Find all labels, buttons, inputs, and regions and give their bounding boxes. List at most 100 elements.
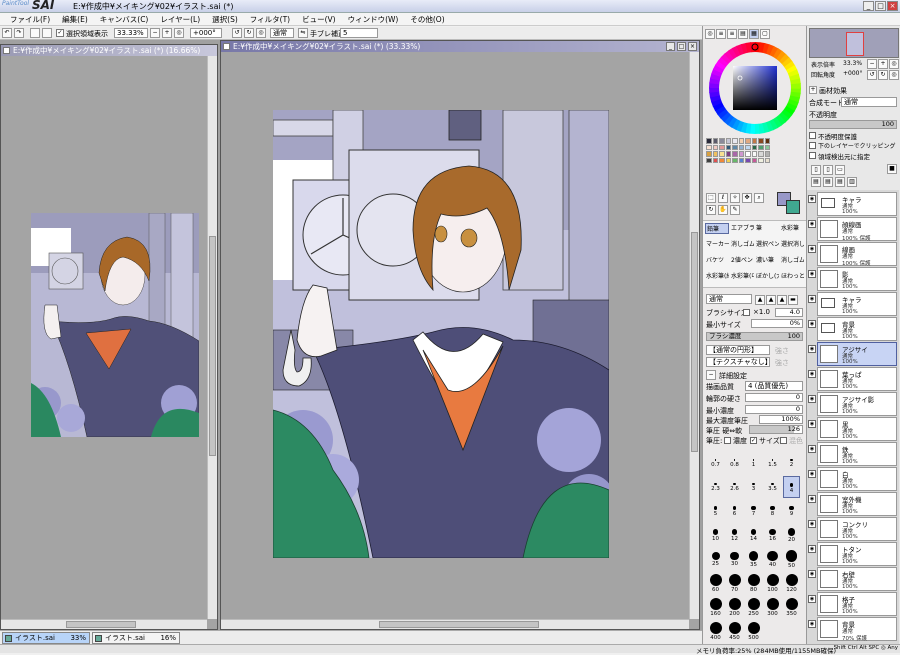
color-swatch[interactable] xyxy=(758,157,764,163)
color-swatch[interactable] xyxy=(719,144,725,150)
scroll-thumb[interactable] xyxy=(66,621,136,628)
visibility-toggle-icon[interactable]: ◉ xyxy=(808,520,816,528)
quality-select[interactable]: 4 (品質優先) xyxy=(745,381,803,391)
pressure-blend-checkbox[interactable] xyxy=(780,437,787,444)
layer-item[interactable]: ◉ 白通常 100% xyxy=(808,467,897,491)
brush-size-preset[interactable]: 200 xyxy=(726,596,743,618)
color-wheel-tab-icon[interactable]: ◎ xyxy=(705,29,715,39)
scratch-tab-icon[interactable]: ▢ xyxy=(760,29,770,39)
new-linework-layer-icon[interactable]: ▯ xyxy=(823,165,833,175)
layer-item[interactable]: ◉ コンクリ 通常 100% xyxy=(808,517,897,541)
vertical-scrollbar[interactable] xyxy=(689,52,699,619)
brush-tool-button[interactable]: ほわっと xyxy=(780,271,804,282)
swatch-tab-icon[interactable]: ▦ xyxy=(749,29,759,39)
visibility-toggle-icon[interactable]: ◉ xyxy=(808,220,816,228)
brush-tool-button[interactable]: 筆 xyxy=(755,223,779,234)
brush-size-preset[interactable]: 0.7 xyxy=(707,452,724,474)
merge-visible-icon[interactable]: ▤ xyxy=(835,177,845,187)
color-swatch[interactable] xyxy=(745,138,751,144)
brush-size-preset[interactable]: 120 xyxy=(783,572,800,594)
brush-size-preset[interactable]: 400 xyxy=(707,620,724,642)
brush-size-lock-checkbox[interactable] xyxy=(743,309,750,316)
layer-item[interactable]: ◉ 線画 通常 100% 保護 xyxy=(808,242,897,267)
brush-tool-button[interactable]: マーカー xyxy=(705,239,729,250)
task-tab-active[interactable]: イラスト.sai 33% xyxy=(2,632,90,644)
brush-tool-button[interactable]: 選択ペン xyxy=(755,239,779,250)
brush-tool-button[interactable]: 水彩筆 xyxy=(780,223,804,234)
brush-size-preset[interactable]: 500 xyxy=(745,620,762,642)
document-title-bar[interactable]: E:¥作成中¥メイキング¥02¥イラスト.sai (*) (16.66%) xyxy=(1,45,217,56)
visibility-toggle-icon[interactable]: ◉ xyxy=(808,595,816,603)
zoom-reset-icon[interactable]: ◎ xyxy=(174,28,184,38)
color-swatch[interactable] xyxy=(712,144,718,150)
brush-size-preset[interactable]: 50 xyxy=(783,548,800,570)
horizontal-scrollbar[interactable] xyxy=(1,619,207,629)
brush-shape-icon[interactable]: ▬ xyxy=(788,295,798,305)
layer-item[interactable]: ◉ 背景 通常 100% xyxy=(808,317,897,341)
brush-tool-button[interactable]: バケツ xyxy=(705,255,729,266)
color-swatch[interactable] xyxy=(745,144,751,150)
brush-size-preset[interactable]: 3.5 xyxy=(764,476,781,498)
brush-size-preset[interactable]: 5 xyxy=(707,500,724,522)
delete-layer-icon[interactable]: ■ xyxy=(887,164,897,174)
color-swatch[interactable] xyxy=(732,157,738,163)
brush-tool-button[interactable]: 水彩筆(細) xyxy=(705,271,729,282)
max-pressure-slider[interactable]: 100% xyxy=(759,415,803,424)
brush-size-preset[interactable]: 35 xyxy=(745,548,762,570)
zoom-in-icon[interactable]: + xyxy=(162,28,172,38)
brush-tool-button[interactable]: ぼかし(大) xyxy=(755,271,779,282)
transfer-down-icon[interactable]: ▤ xyxy=(811,177,821,187)
layer-item[interactable]: ◉ アジサイ影 通常 100% xyxy=(808,392,897,416)
brush-tool-button[interactable]: 水彩筆(中) xyxy=(730,271,754,282)
brush-size-preset[interactable]: 6 xyxy=(726,500,743,522)
horizontal-scrollbar[interactable] xyxy=(221,619,689,629)
rotate-right-icon[interactable]: ↻ xyxy=(244,28,254,38)
lasso-tool-icon[interactable]: ℓ xyxy=(718,193,728,203)
rotate-reset-icon[interactable]: ◎ xyxy=(256,28,266,38)
color-swatch[interactable] xyxy=(764,151,770,157)
menu-item[interactable]: 編集(E) xyxy=(56,13,94,25)
rotate-right-icon[interactable]: ↻ xyxy=(878,70,888,80)
brush-size-preset[interactable]: 3 xyxy=(745,476,762,498)
brush-size-preset[interactable]: 250 xyxy=(745,596,762,618)
brush-size-preset[interactable]: 4 xyxy=(783,476,800,498)
brush-shape-icon[interactable]: ▲ xyxy=(777,295,787,305)
visibility-toggle-icon[interactable]: ◉ xyxy=(808,245,816,253)
clipping-checkbox[interactable] xyxy=(809,142,816,149)
deselect-icon[interactable] xyxy=(30,28,40,38)
brush-size-preset[interactable]: 25 xyxy=(707,548,724,570)
mixer-tab-icon[interactable]: ▤ xyxy=(738,29,748,39)
menu-item[interactable]: ウィンドウ(W) xyxy=(342,13,405,25)
color-swatch[interactable] xyxy=(719,157,725,163)
layer-item[interactable]: ◉ 格子 通常 100% xyxy=(808,592,897,616)
zoom-in-icon[interactable]: + xyxy=(878,59,888,69)
clear-layer-icon[interactable]: ▥ xyxy=(847,177,857,187)
visibility-toggle-icon[interactable]: ◉ xyxy=(808,195,816,203)
color-swatch[interactable] xyxy=(738,144,744,150)
color-swatch[interactable] xyxy=(751,144,757,150)
brush-size-preset[interactable]: 160 xyxy=(707,596,724,618)
undo-icon[interactable]: ↶ xyxy=(2,28,12,38)
menu-item[interactable]: レイヤー(L) xyxy=(154,13,206,25)
brush-size-preset[interactable]: 20 xyxy=(783,524,800,546)
close-icon[interactable]: × xyxy=(887,1,898,11)
color-swatch[interactable] xyxy=(706,138,712,144)
color-swatch[interactable] xyxy=(732,144,738,150)
color-swatch[interactable] xyxy=(751,157,757,163)
layer-item[interactable]: ◉ 鉄通常 100% xyxy=(808,442,897,466)
brush-size-preset[interactable]: 14 xyxy=(745,524,762,546)
brush-size-preset[interactable]: 30 xyxy=(726,548,743,570)
layer-item[interactable]: ◉ 右壁 通常 100% xyxy=(808,567,897,591)
maximize-icon[interactable]: □ xyxy=(677,42,686,51)
invert-selection-icon[interactable] xyxy=(42,28,52,38)
pressure-curve-slider[interactable]: 126 xyxy=(749,425,803,434)
brush-size-preset[interactable]: 2.3 xyxy=(707,476,724,498)
brush-size-preset[interactable]: 2.6 xyxy=(726,476,743,498)
brush-density-slider[interactable]: ブラシ濃度 100 xyxy=(706,332,803,341)
color-swatch[interactable] xyxy=(732,151,738,157)
visibility-toggle-icon[interactable]: ◉ xyxy=(808,270,816,278)
visibility-toggle-icon[interactable]: ◉ xyxy=(808,570,816,578)
navigator-viewport[interactable] xyxy=(846,32,864,56)
collapse-icon[interactable]: − xyxy=(706,370,716,380)
navigator-preview[interactable] xyxy=(809,28,899,58)
